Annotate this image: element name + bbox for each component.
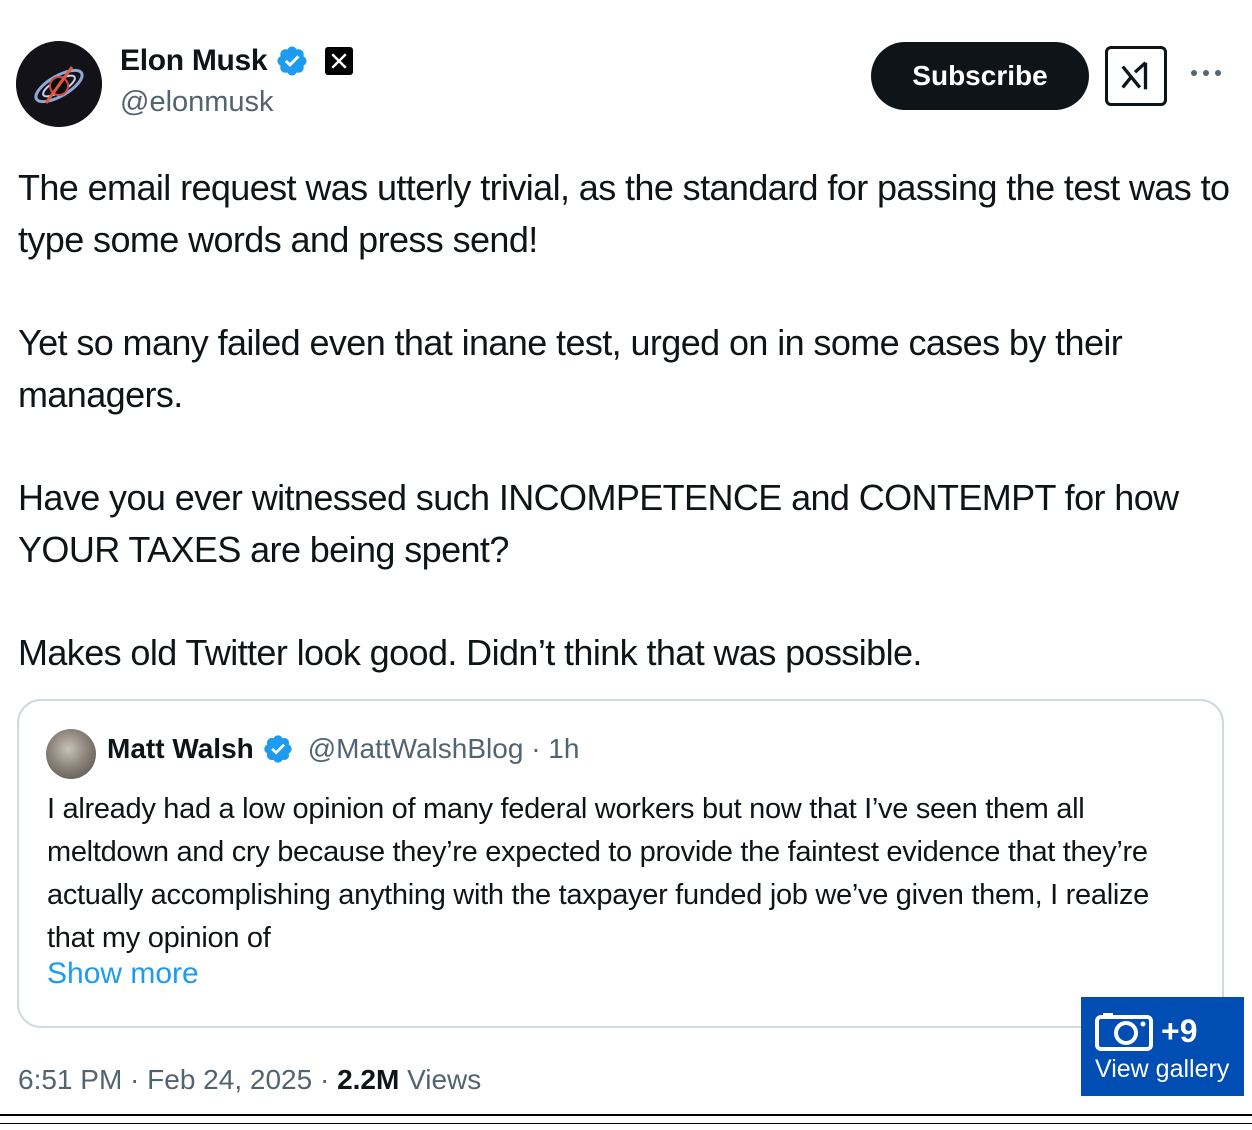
author-name-row: Elon Musk <box>120 44 354 78</box>
quoted-tweet-text: I already had a low opinion of many fede… <box>47 793 1150 954</box>
tweet-paragraph: The email request was utterly trivial, a… <box>18 167 1230 260</box>
tweet-paragraph: Yet so many failed even that inane test,… <box>18 322 1123 415</box>
quoted-author-handle-time[interactable]: @MattWalshBlog · 1h <box>308 733 580 765</box>
gallery-count: +9 <box>1161 1012 1198 1049</box>
quoted-author-avatar[interactable] <box>46 729 96 779</box>
views-count: 2.2M <box>337 1064 400 1095</box>
show-more-link[interactable]: Show more <box>47 957 199 991</box>
tweet-meta: 6:51 PM · Feb 24, 2025 · 2.2M Views <box>18 1064 481 1096</box>
tweet-text: The email request was utterly trivial, a… <box>18 162 1233 679</box>
view-gallery-button[interactable]: +9 View gallery <box>1081 997 1244 1096</box>
x-logo-icon <box>325 47 354 75</box>
quoted-author-name[interactable]: Matt Walsh <box>107 733 254 765</box>
tweet-embed: Elon Musk @elonmusk Subscribe The email … <box>0 0 1252 1130</box>
camera-icon <box>1095 1011 1153 1051</box>
grok-icon <box>1121 61 1148 90</box>
galaxy-avatar-icon <box>16 41 102 127</box>
more-options-button[interactable] <box>1186 58 1226 88</box>
quoted-tweet-header: Matt Walsh @MattWalshBlog · 1h <box>107 733 579 765</box>
gallery-top-row: +9 <box>1095 1011 1197 1051</box>
views-label: Views <box>399 1064 482 1095</box>
grok-button[interactable] <box>1105 46 1167 106</box>
author-handle[interactable]: @elonmusk <box>120 86 274 119</box>
divider <box>0 1123 1252 1124</box>
subscribe-button[interactable]: Subscribe <box>871 42 1089 110</box>
gallery-label: View gallery <box>1095 1055 1230 1083</box>
verified-badge-icon <box>275 44 309 78</box>
tweet-paragraph: Have you ever witnessed such INCOMPETENC… <box>18 477 1179 570</box>
tweet-timestamp[interactable]: 6:51 PM · Feb 24, 2025 · <box>18 1064 337 1095</box>
quoted-tweet-card[interactable]: Matt Walsh @MattWalshBlog · 1h I already… <box>17 699 1224 1028</box>
tweet-paragraph: Makes old Twitter look good. Didn’t thin… <box>18 632 922 673</box>
author-avatar[interactable] <box>16 41 102 127</box>
divider <box>0 1114 1252 1116</box>
more-options-icon <box>1191 70 1221 76</box>
verified-badge-icon <box>262 733 294 765</box>
author-display-name[interactable]: Elon Musk <box>120 44 268 78</box>
